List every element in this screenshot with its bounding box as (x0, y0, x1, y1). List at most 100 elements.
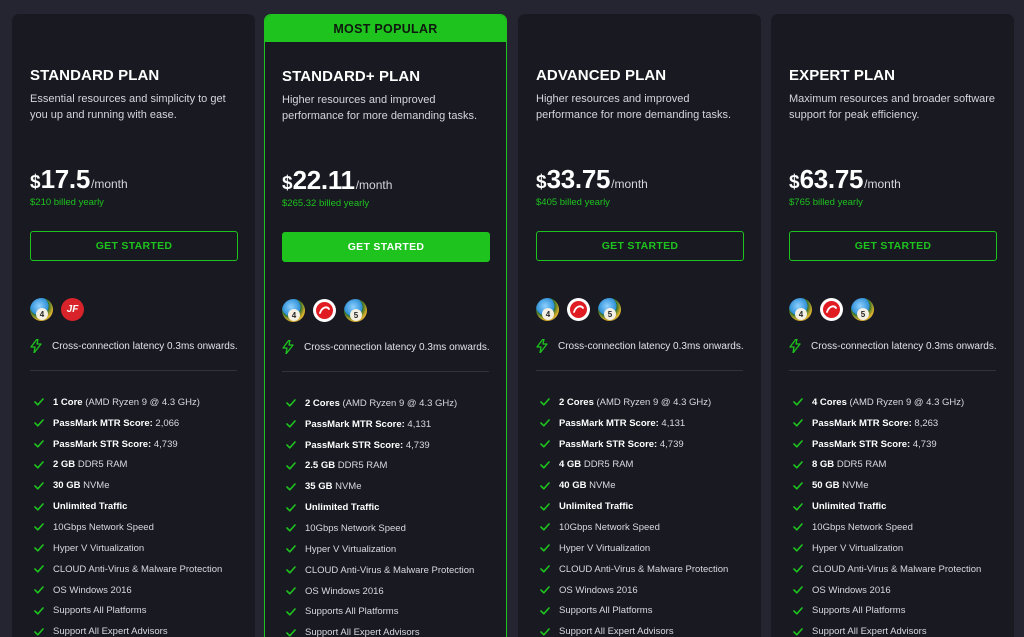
check-icon (793, 481, 803, 491)
feature-list: 1 Core (AMD Ryzen 9 @ 4.3 GHz) PassMark M… (34, 392, 222, 637)
feature-item: OS Windows 2016 (793, 580, 981, 601)
plan-title: EXPERT PLAN (789, 67, 896, 84)
metatrader-4-icon: 4 (282, 299, 305, 322)
check-icon (34, 606, 44, 616)
feature-item: CLOUD Anti-Virus & Malware Protection (793, 559, 981, 580)
feature-text: Support All Expert Advisors (559, 626, 674, 637)
feature-item: Support All Expert Advisors (34, 621, 222, 637)
feature-text: PassMark MTR Score: 2,066 (53, 418, 179, 429)
check-icon (34, 564, 44, 574)
feature-text: Unlimited Traffic (812, 501, 886, 512)
feature-text: Support All Expert Advisors (812, 626, 927, 637)
feature-text: Hyper V Virtualization (812, 543, 903, 554)
get-started-button[interactable]: GET STARTED (30, 231, 238, 261)
feature-text: CLOUD Anti-Virus & Malware Protection (559, 564, 728, 575)
ctrader-icon (567, 298, 590, 321)
latency-row: Cross-connection latency 0.3ms onwards. (282, 340, 490, 354)
feature-list: 4 Cores (AMD Ryzen 9 @ 4.3 GHz) PassMark … (793, 392, 981, 637)
price-period: /month (90, 177, 128, 191)
price-amount: 17.5 (40, 164, 91, 194)
feature-item: Support All Expert Advisors (793, 621, 981, 637)
plan-card-advanced: ADVANCED PLAN Higher resources and impro… (518, 14, 761, 637)
check-icon (286, 523, 296, 533)
feature-strong: Unlimited Traffic (812, 501, 887, 513)
feature-text: Hyper V Virtualization (53, 543, 144, 554)
price: $ 17.5 /month (30, 164, 128, 195)
check-icon (793, 543, 803, 553)
check-icon (286, 628, 296, 637)
check-icon (34, 543, 44, 553)
ctrader-icon (313, 299, 336, 322)
check-icon (34, 585, 44, 595)
price-period: /month (864, 177, 901, 191)
check-icon (540, 439, 550, 449)
feature-detail: 10Gbps Network Speed (812, 521, 913, 533)
feature-item: 8 GB DDR5 RAM (793, 455, 981, 476)
feature-strong: PassMark MTR Score: (53, 417, 153, 429)
plan-title: STANDARD PLAN (30, 67, 160, 84)
metatrader-4-icon: 4 (789, 298, 812, 321)
feature-detail: 4,131 (658, 417, 686, 429)
feature-detail: CLOUD Anti-Virus & Malware Protection (305, 564, 475, 576)
check-icon (286, 461, 296, 471)
feature-text: OS Windows 2016 (53, 585, 132, 596)
check-icon (793, 439, 803, 449)
feature-item: 10Gbps Network Speed (286, 518, 474, 539)
feature-item: Unlimited Traffic (286, 497, 474, 518)
pricing-cards: STANDARD PLAN Essential resources and si… (0, 0, 1024, 637)
get-started-button[interactable]: GET STARTED (789, 231, 997, 261)
price-period: /month (355, 178, 393, 192)
lightning-icon (536, 339, 550, 353)
feature-detail: Hyper V Virtualization (812, 542, 904, 554)
feature-item: Supports All Platforms (286, 601, 474, 622)
feature-strong: Unlimited Traffic (559, 501, 634, 513)
get-started-button[interactable]: GET STARTED (282, 232, 490, 262)
check-icon (793, 502, 803, 512)
feature-item: 1 Core (AMD Ryzen 9 @ 4.3 GHz) (34, 392, 222, 413)
feature-strong: Unlimited Traffic (305, 502, 380, 514)
get-started-button[interactable]: GET STARTED (536, 231, 744, 261)
feature-item: PassMark MTR Score: 8,263 (793, 413, 981, 434)
feature-item: 2 GB DDR5 RAM (34, 455, 222, 476)
metatrader-5-icon: 5 (344, 299, 367, 322)
check-icon (540, 522, 550, 532)
feature-text: 2 Cores (AMD Ryzen 9 @ 4.3 GHz) (559, 397, 711, 408)
divider (536, 370, 743, 371)
feature-strong: PassMark MTR Score: (559, 417, 659, 429)
feature-strong: 30 GB (53, 480, 81, 492)
feature-item: Hyper V Virtualization (793, 538, 981, 559)
feature-detail: OS Windows 2016 (53, 584, 132, 596)
feature-item: PassMark STR Score: 4,739 (286, 435, 474, 456)
feature-item: Support All Expert Advisors (540, 621, 728, 637)
feature-strong: 2.5 GB (305, 460, 336, 472)
feature-strong: PassMark STR Score: (559, 438, 658, 450)
feature-text: Hyper V Virtualization (559, 543, 650, 554)
feature-strong: 1 Core (53, 396, 83, 408)
feature-strong: Unlimited Traffic (53, 501, 128, 513)
billed-yearly: $210 billed yearly (30, 197, 104, 208)
check-icon (34, 460, 44, 470)
feature-text: PassMark STR Score: 4,739 (812, 439, 937, 450)
check-icon (34, 502, 44, 512)
check-icon (34, 522, 44, 532)
feature-item: 10Gbps Network Speed (793, 517, 981, 538)
check-icon (34, 418, 44, 428)
feature-strong: PassMark STR Score: (305, 439, 404, 451)
ctrader-icon (820, 298, 843, 321)
feature-detail: CLOUD Anti-Virus & Malware Protection (812, 563, 982, 575)
feature-text: PassMark STR Score: 4,739 (305, 440, 430, 451)
feature-text: CLOUD Anti-Virus & Malware Protection (812, 564, 981, 575)
price-currency: $ (536, 172, 547, 193)
feature-item: Unlimited Traffic (34, 496, 222, 517)
feature-detail: Supports All Platforms (305, 606, 399, 618)
lightning-icon (30, 339, 44, 353)
feature-text: 2 GB DDR5 RAM (53, 459, 127, 470)
feature-list: 2 Cores (AMD Ryzen 9 @ 4.3 GHz) PassMark … (286, 393, 474, 637)
check-icon (793, 460, 803, 470)
plan-title: STANDARD+ PLAN (282, 68, 421, 85)
divider (789, 370, 996, 371)
platform-icons: 45 (536, 298, 621, 321)
feature-strong: PassMark STR Score: (53, 438, 152, 450)
check-icon (793, 522, 803, 532)
feature-list: 2 Cores (AMD Ryzen 9 @ 4.3 GHz) PassMark … (540, 392, 728, 637)
